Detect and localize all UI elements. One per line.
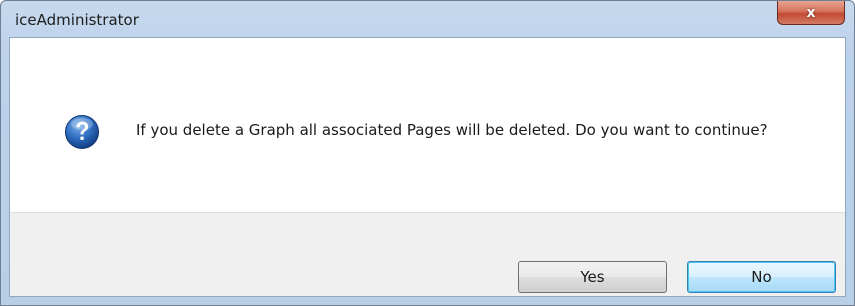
dialog-client-area: If you delete a Graph all associated Pag… <box>9 37 846 297</box>
message-area: If you delete a Graph all associated Pag… <box>10 38 845 212</box>
window-title: iceAdministrator <box>15 11 139 29</box>
yes-button[interactable]: Yes <box>518 261 667 293</box>
dialog-message: If you delete a Graph all associated Pag… <box>136 121 768 139</box>
no-button[interactable]: No <box>687 261 836 293</box>
question-icon <box>65 115 99 149</box>
close-button[interactable]: x <box>777 1 845 25</box>
close-icon: x <box>806 5 816 21</box>
dialog-window: iceAdministrator x If you delete a Graph… <box>0 0 855 306</box>
button-bar: Yes No <box>10 212 845 296</box>
title-bar[interactable]: iceAdministrator x <box>1 1 854 37</box>
